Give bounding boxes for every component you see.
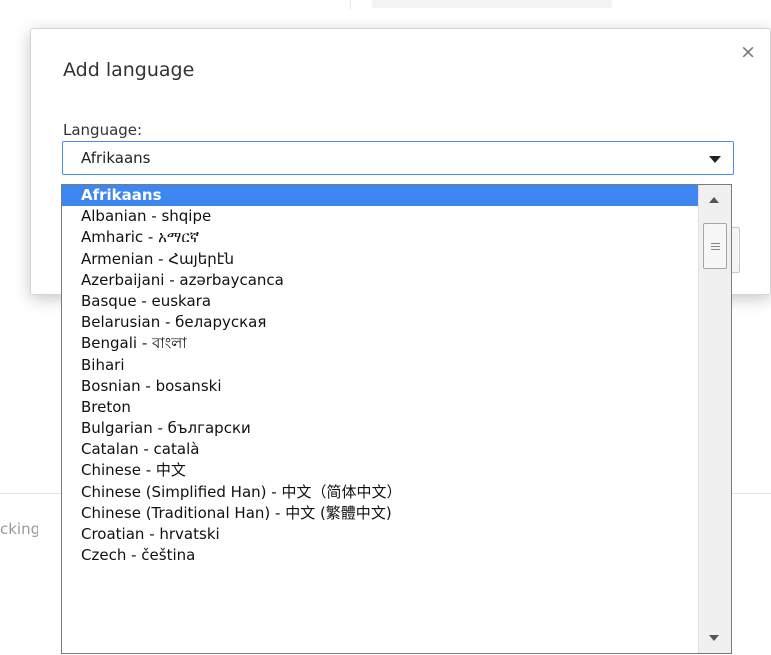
language-option[interactable]: Armenian - Հայերէն <box>62 249 698 270</box>
language-option[interactable]: Catalan - català <box>62 439 698 460</box>
background-text: cking <box>0 520 38 538</box>
language-select-value: Afrikaans <box>81 149 151 167</box>
language-option[interactable]: Basque - euskara <box>62 291 698 312</box>
scroll-thumb[interactable] <box>703 223 727 269</box>
background-divider <box>350 0 351 10</box>
language-option[interactable]: Amharic - አማርኛ <box>62 227 698 248</box>
close-button[interactable]: × <box>740 43 756 62</box>
language-option[interactable]: Croatian - hrvatski <box>62 524 698 545</box>
language-label: Language: <box>63 121 143 139</box>
scroll-down-arrow-icon[interactable] <box>709 635 719 641</box>
grip-line <box>711 243 720 244</box>
language-option[interactable]: Chinese - 中文 <box>62 460 698 481</box>
language-option[interactable]: Belarusian - беларуская <box>62 312 698 333</box>
language-option[interactable]: Azerbaijani - azərbaycanca <box>62 270 698 291</box>
language-option[interactable]: Chinese (Traditional Han) - 中文 (繁體中文) <box>62 503 698 524</box>
background-element <box>372 0 612 8</box>
scrollbar[interactable] <box>698 185 731 653</box>
language-option[interactable]: Afrikaans <box>62 185 698 207</box>
language-option[interactable]: Czech - čeština <box>62 545 698 566</box>
language-select[interactable]: Afrikaans <box>62 141 734 175</box>
grip-line <box>711 246 720 247</box>
language-option[interactable]: Bosnian - bosanski <box>62 376 698 397</box>
dialog-title: Add language <box>63 59 195 81</box>
language-option[interactable]: Chinese (Simplified Han) - 中文（简体中文） <box>62 482 698 503</box>
language-option[interactable]: Bengali - বাংলা <box>62 333 698 354</box>
language-option[interactable]: Albanian - shqipe <box>62 206 698 227</box>
chevron-down-icon <box>709 156 721 163</box>
language-dropdown-list: Afrikaans Albanian - shqipe Amharic - አማርኛ… <box>61 184 732 654</box>
grip-line <box>711 249 720 250</box>
language-option[interactable]: Bulgarian - български <box>62 418 698 439</box>
language-option[interactable]: Bihari <box>62 355 698 376</box>
scroll-up-arrow-icon[interactable] <box>709 197 719 203</box>
language-option[interactable]: Breton <box>62 397 698 418</box>
dialog-button[interactable] <box>731 227 740 273</box>
options-list: Afrikaans Albanian - shqipe Amharic - አማርኛ… <box>62 185 698 566</box>
